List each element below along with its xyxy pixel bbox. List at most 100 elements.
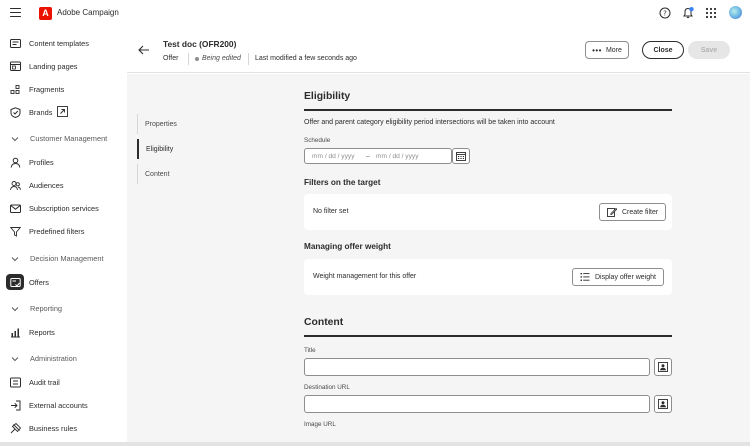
calendar-button[interactable] [452,148,470,164]
sidebar-item-subscription-services[interactable]: Subscription services [0,199,127,217]
no-filter-text: No filter set [313,208,349,215]
top-bar: A Adobe Campaign ? [0,0,750,27]
schedule-label: Schedule [304,137,331,144]
divider [188,53,189,65]
document-type: Offer [163,55,179,62]
subscription-icon [10,204,21,213]
section-administration[interactable]: Administration [0,352,127,366]
display-offer-weight-button[interactable]: Display offer weight [572,268,664,286]
section-label: Reporting [30,304,63,313]
sidebar-item-business-rules[interactable]: Business rules [0,419,127,437]
weight-text: Weight management for this offer [313,273,417,280]
audiences-icon [10,180,21,190]
sidebar-item-profiles[interactable]: Profiles [0,153,127,171]
horizontal-scrollbar[interactable] [0,442,750,446]
section-label: Decision Management [30,254,104,263]
schedule-date-range-field[interactable]: mm / dd / yyyy – mm / dd / yyyy [304,148,452,164]
svg-text:?: ? [663,9,667,17]
audit-trail-icon [10,377,21,387]
create-filter-label: Create filter [622,208,659,216]
sidebar-item-label: Predefined filters [29,226,85,236]
filter-icon [10,226,21,237]
sidebar-item-brands[interactable]: Brands [0,103,127,121]
app-title: Adobe Campaign [57,8,119,17]
more-button[interactable]: ••• More [585,41,629,59]
title-personalization-button[interactable] [654,358,672,376]
section-reporting[interactable]: Reporting [0,302,127,316]
sidebar-item-label: Content templates [29,38,89,48]
sidebar-item-audiences[interactable]: Audiences [0,176,127,194]
chevron-down-icon [11,307,19,312]
sidebar-item-label: Business rules [29,423,78,433]
more-label: More [605,46,622,54]
content-templates-icon [10,38,21,48]
close-button[interactable]: Close [642,41,684,59]
sidebar-item-content-templates[interactable]: Content templates [0,34,127,52]
section-label: Administration [30,354,77,363]
sidebar-item-label: External accounts [29,400,88,410]
section-decision-management[interactable]: Decision Management [0,252,127,266]
profile-icon [10,157,21,168]
sidebar-item-label: Brands [29,107,53,117]
section-nav-content[interactable]: Content [137,164,217,184]
brands-icon [10,106,21,118]
end-date-placeholder[interactable]: mm / dd / yyyy [376,153,419,160]
sidebar-item-audit-trail[interactable]: Audit trail [0,373,127,391]
eligibility-heading: Eligibility [304,91,351,102]
content-heading: Content [304,317,344,328]
status-dot-icon [195,57,199,61]
landing-pages-icon [10,61,21,71]
section-nav-properties[interactable]: Properties [137,114,217,134]
sidebar-item-label: Audiences [29,180,64,190]
filters-heading: Filters on the target [304,178,381,187]
sidebar-item-offers[interactable]: Offers [0,273,127,291]
section-label: Customer Management [30,134,108,143]
user-avatar[interactable] [729,6,742,19]
sidebar-item-label: Landing pages [29,61,78,71]
list-icon [580,273,590,281]
start-date-placeholder[interactable]: mm / dd / yyyy [312,153,355,160]
section-nav-eligibility[interactable]: Eligibility [137,139,217,159]
hamburger-menu-icon[interactable] [10,8,21,17]
sidebar-item-label: Fragments [29,84,65,94]
help-icon[interactable]: ? [659,7,671,19]
cursor-pointer-icon [57,106,68,117]
edit-filter-icon [607,207,617,217]
reports-icon [11,328,20,337]
eligibility-description: Offer and parent category eligibility pe… [304,119,555,126]
section-customer-management[interactable]: Customer Management [0,132,127,146]
date-separator: – [366,153,370,160]
sidebar-item-label: Audit trail [29,377,60,387]
filters-card: No filter set Create filter [304,194,672,230]
sidebar-item-fragments[interactable]: Fragments [0,80,127,98]
calendar-icon [456,152,466,161]
sidebar-item-landing-pages[interactable]: Landing pages [0,57,127,75]
destination-personalization-button[interactable] [654,395,672,413]
chevron-down-icon [11,257,19,262]
sidebar-item-label: Subscription services [29,203,99,213]
main-content: Properties Eligibility Content Eligibili… [127,74,750,446]
save-button[interactable]: Save [688,41,730,59]
destination-url-input[interactable] [304,395,650,413]
weight-heading: Managing offer weight [304,242,391,251]
destination-url-label: Destination URL [304,384,350,391]
external-accounts-icon [11,400,21,410]
fragments-icon [10,84,20,94]
back-arrow-icon[interactable] [138,45,150,55]
chevron-down-icon [11,357,19,362]
apps-grid-icon[interactable] [705,7,717,19]
create-filter-button[interactable]: Create filter [599,203,667,221]
sidebar-item-external-accounts[interactable]: External accounts [0,396,127,414]
title-input[interactable] [304,358,650,376]
adobe-logo-icon[interactable]: A [39,7,52,20]
weight-card: Weight management for this offer Display… [304,259,672,295]
sidebar-item-label: Profiles [29,157,54,167]
sidebar-item-predefined-filters[interactable]: Predefined filters [0,222,127,240]
personalization-icon [658,362,668,372]
sidebar: Content templates Landing pages Fragment… [0,27,127,446]
sidebar-item-reports[interactable]: Reports [0,323,127,341]
last-modified: Last modified a few seconds ago [255,55,357,62]
personalization-icon [658,399,668,409]
image-url-label: Image URL [304,421,336,428]
notification-bell-icon[interactable] [682,7,694,19]
